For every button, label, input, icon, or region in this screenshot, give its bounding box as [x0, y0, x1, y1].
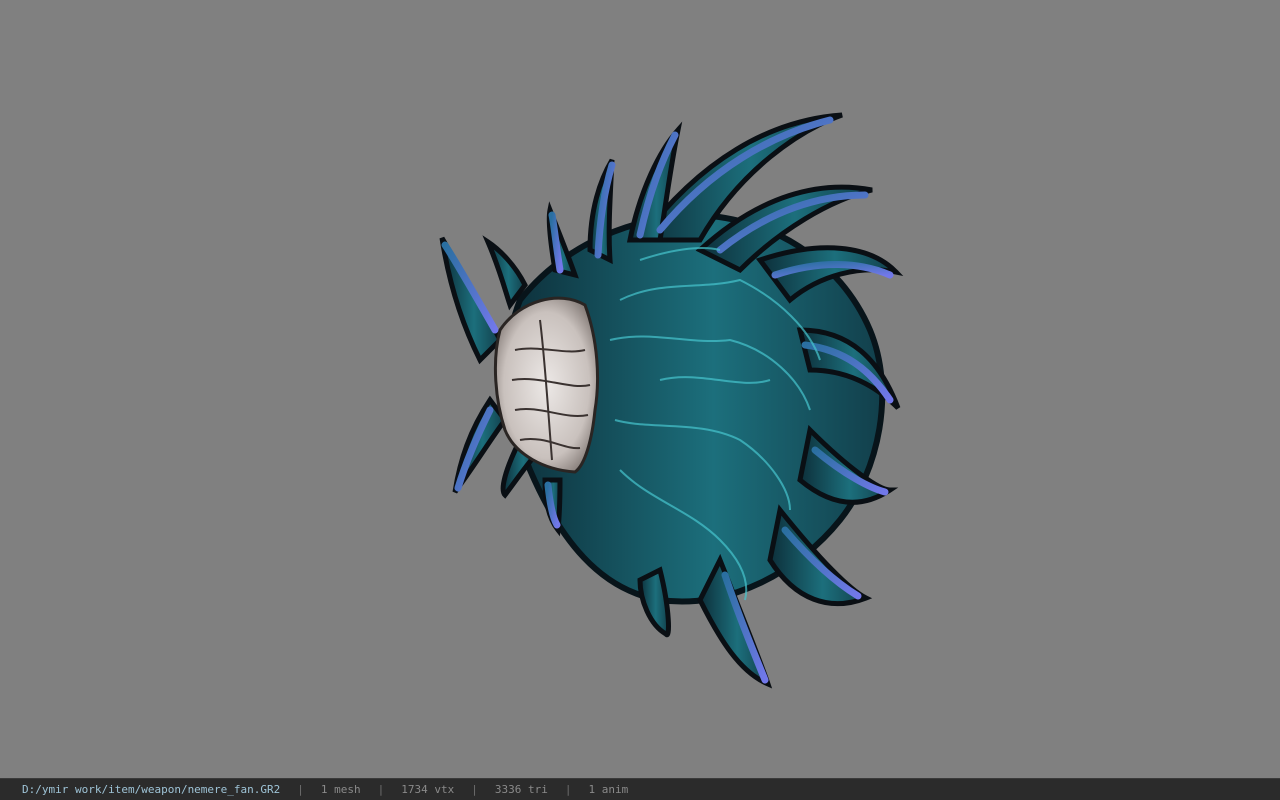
- mesh-count: 1 mesh: [320, 783, 361, 796]
- status-bar: D:/ymir work/item/weapon/nemere_fan.GR2 …: [0, 778, 1280, 800]
- anim-count: 1 anim: [588, 783, 629, 796]
- status-separator: |: [297, 783, 304, 796]
- 3d-viewport[interactable]: [0, 0, 1280, 778]
- fan-handle: [493, 296, 599, 474]
- weapon-model-fan[interactable]: [0, 0, 1280, 778]
- vertex-count: 1734 vtx: [401, 783, 455, 796]
- status-separator: |: [471, 783, 478, 796]
- status-separator: |: [564, 783, 572, 796]
- file-path: D:/ymir work/item/weapon/nemere_fan.GR2: [22, 783, 281, 796]
- status-separator: |: [377, 783, 385, 796]
- triangle-count: 3336 tri: [494, 783, 548, 796]
